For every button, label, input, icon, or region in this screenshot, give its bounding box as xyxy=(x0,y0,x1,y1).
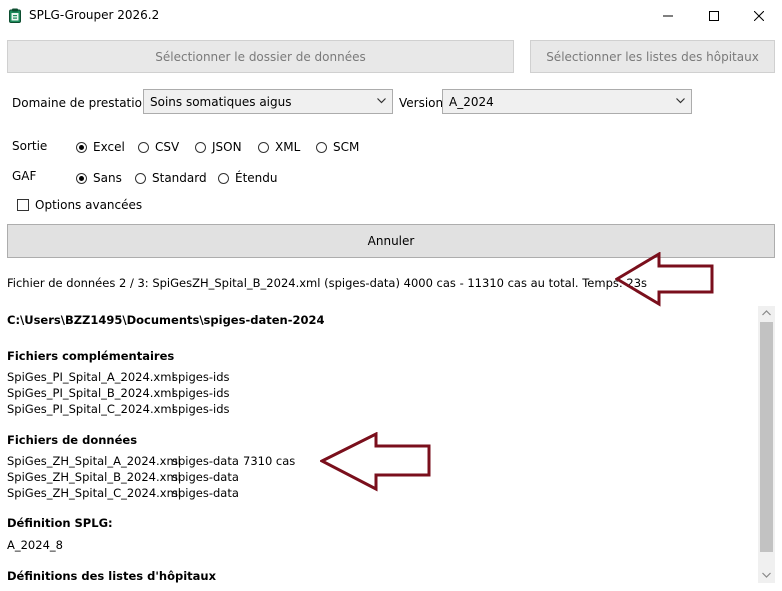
chevron-down-icon xyxy=(377,98,386,104)
minimize-button[interactable] xyxy=(645,0,691,32)
version-label: Version xyxy=(399,96,444,110)
close-icon xyxy=(754,11,764,21)
chevron-up-icon[interactable] xyxy=(762,310,771,316)
domain-select[interactable]: Soins somatiques aigus xyxy=(143,89,393,114)
list-item: SpiGes_ZH_Spital_A_2024.xmlspiges-data 73… xyxy=(7,454,296,468)
output-label: Sortie xyxy=(12,139,48,153)
list-item: SpiGes_ZH_Spital_C_2024.xmlspiges-data xyxy=(7,486,239,500)
version-value: A_2024 xyxy=(449,94,494,109)
radio-icon xyxy=(135,172,146,184)
log-path: C:\Users\BZZ1495\Documents\spiges-daten-… xyxy=(7,313,325,327)
advanced-options-checkbox[interactable]: Options avancées xyxy=(17,198,142,212)
chevron-down-icon[interactable] xyxy=(762,572,771,578)
left-arrow-annotation-icon xyxy=(320,432,431,492)
list-item: SpiGes_PI_Spital_C_2024.xmlspiges-ids xyxy=(7,402,230,416)
radio-label: SCM xyxy=(333,140,360,154)
hospital-lists-heading: Définitions des listes d'hôpitaux xyxy=(7,569,217,583)
list-item: SpiGes_PI_Spital_A_2024.xmlspiges-ids xyxy=(7,370,230,384)
complementary-heading: Fichiers complémentaires xyxy=(7,349,175,363)
gaf-option-etendu[interactable]: Étendu xyxy=(218,171,278,185)
version-select[interactable]: A_2024 xyxy=(442,89,692,114)
minimize-icon xyxy=(663,15,673,17)
checkbox-icon xyxy=(17,199,29,211)
close-button[interactable] xyxy=(736,0,782,32)
radio-label: JSON xyxy=(212,140,242,154)
output-option-csv[interactable]: CSV xyxy=(138,140,179,154)
radio-label: Standard xyxy=(152,171,207,185)
domain-value: Soins somatiques aigus xyxy=(150,94,292,109)
list-item: SpiGes_PI_Spital_B_2024.xmlspiges-ids xyxy=(7,386,230,400)
radio-icon xyxy=(258,141,269,153)
gaf-option-standard[interactable]: Standard xyxy=(135,171,207,185)
gaf-option-sans[interactable]: Sans xyxy=(76,171,122,185)
window-title: SPLG-Grouper 2026.2 xyxy=(29,8,160,22)
gaf-label: GAF xyxy=(12,169,37,183)
status-text: Fichier de données 2 / 3: SpiGesZH_Spita… xyxy=(7,276,648,290)
radio-icon xyxy=(138,141,149,153)
radio-checked-icon xyxy=(76,141,87,153)
scrollbar-thumb[interactable] xyxy=(760,322,773,552)
output-option-excel[interactable]: Excel xyxy=(76,140,125,154)
output-option-json[interactable]: JSON xyxy=(195,140,242,154)
title-bar: SPLG-Grouper 2026.2 xyxy=(0,0,782,32)
left-arrow-annotation-icon xyxy=(615,252,714,307)
checkbox-label: Options avancées xyxy=(35,198,143,212)
clipboard-icon xyxy=(9,8,21,23)
radio-label: Excel xyxy=(93,140,125,154)
radio-checked-icon xyxy=(76,172,87,184)
radio-label: Sans xyxy=(93,171,122,185)
output-option-scm[interactable]: SCM xyxy=(316,140,359,154)
output-option-xml[interactable]: XML xyxy=(258,140,300,154)
radio-label: XML xyxy=(275,140,301,154)
radio-icon xyxy=(218,172,229,184)
maximize-button[interactable] xyxy=(691,0,737,32)
radio-label: Étendu xyxy=(235,171,278,185)
list-item: SpiGes_ZH_Spital_B_2024.xmlspiges-data xyxy=(7,470,239,484)
select-data-folder-button[interactable]: Sélectionner le dossier de données xyxy=(7,40,514,73)
maximize-icon xyxy=(709,11,719,21)
data-files-heading: Fichiers de données xyxy=(7,433,138,447)
radio-icon xyxy=(195,141,206,153)
radio-label: CSV xyxy=(155,140,180,154)
select-hospital-lists-button[interactable]: Sélectionner les listes des hôpitaux xyxy=(530,40,775,73)
splg-definition-value: A_2024_8 xyxy=(7,538,63,552)
radio-icon xyxy=(316,141,327,153)
splg-definition-heading: Définition SPLG: xyxy=(7,516,113,530)
domain-label: Domaine de prestations xyxy=(12,96,156,110)
chevron-down-icon xyxy=(676,98,685,104)
